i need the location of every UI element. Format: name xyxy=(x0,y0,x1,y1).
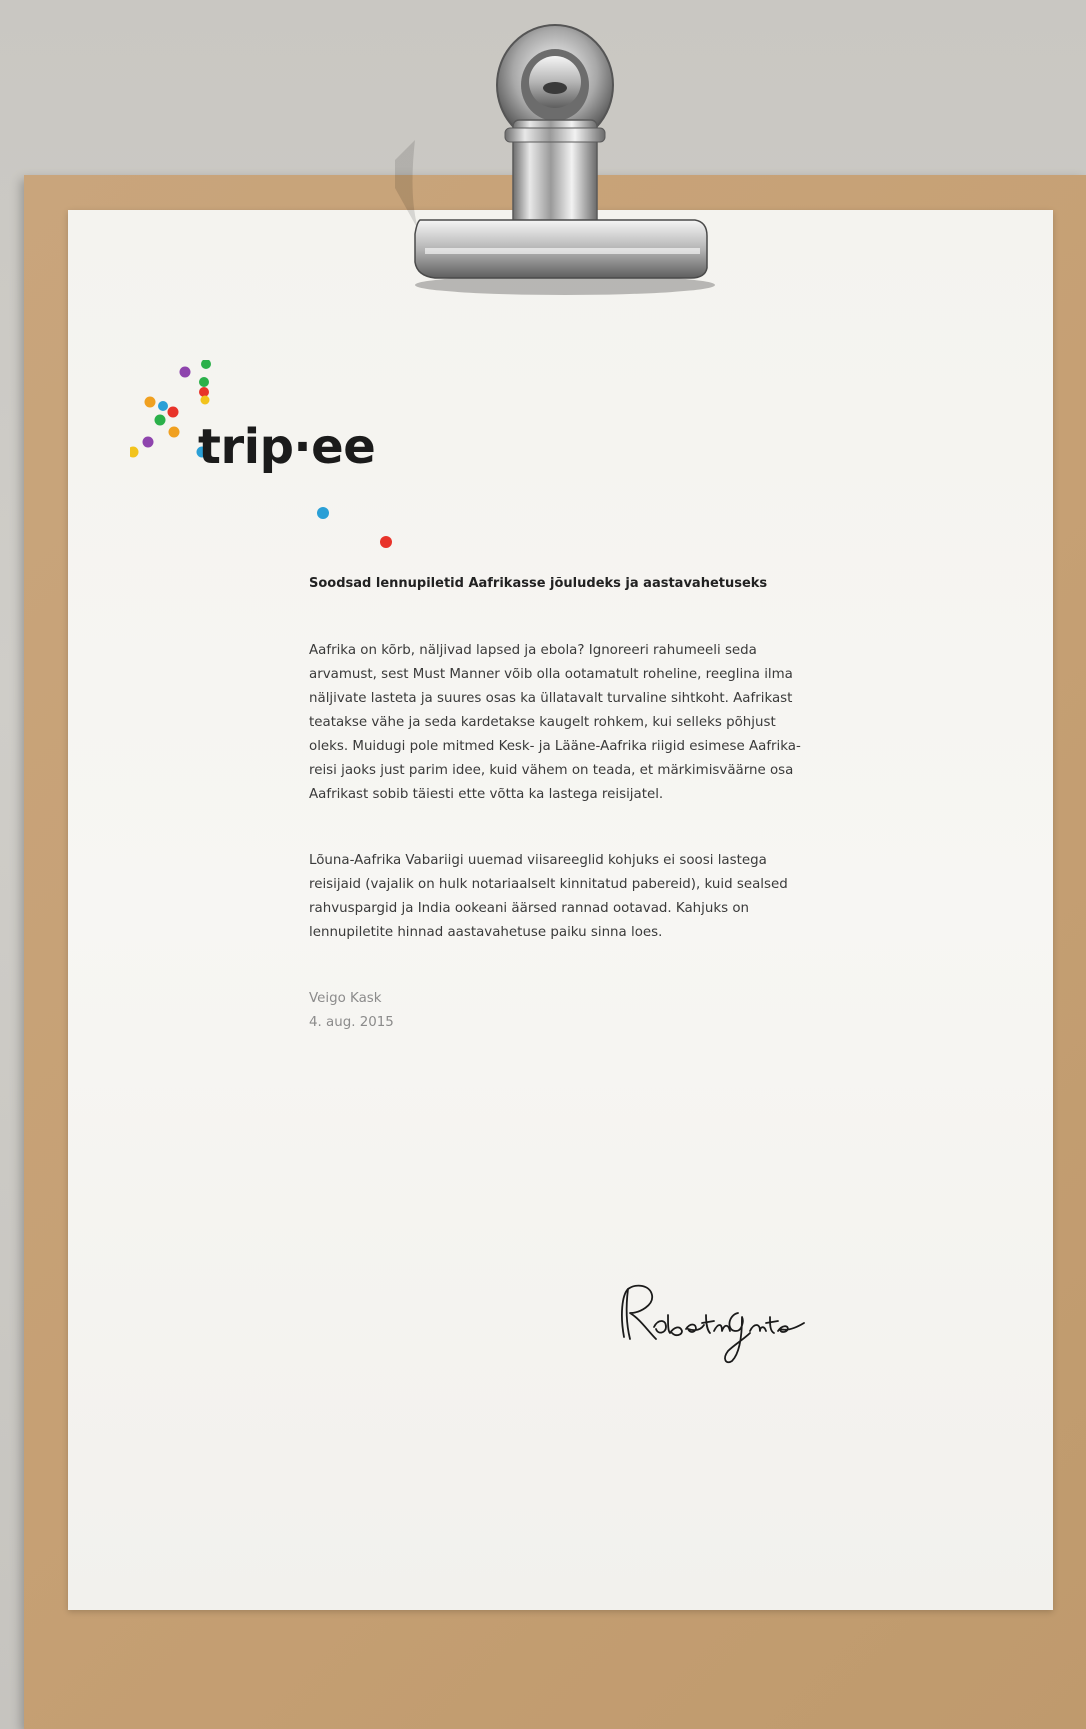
letter-date: 4. aug. 2015 xyxy=(309,1015,394,1030)
letter-heading: Soodsad lennupiletid Aafrikasse jõuludek… xyxy=(309,576,768,591)
signature-icon xyxy=(621,1284,805,1364)
letter-author: Veigo Kask xyxy=(309,991,382,1006)
letter-paragraph-2: Lõuna-Aafrika Vabariigi uuemad viisareeg… xyxy=(309,853,788,940)
logo-wordmark: trip·ee xyxy=(198,419,376,475)
letter-body: Soodsad lennupiletid Aafrikasse jõuludek… xyxy=(309,576,809,1035)
binder-clip-icon xyxy=(395,24,715,295)
letter-paragraph-1: Aafrika on kõrb, näljivad lapsed ja ebol… xyxy=(309,643,801,802)
